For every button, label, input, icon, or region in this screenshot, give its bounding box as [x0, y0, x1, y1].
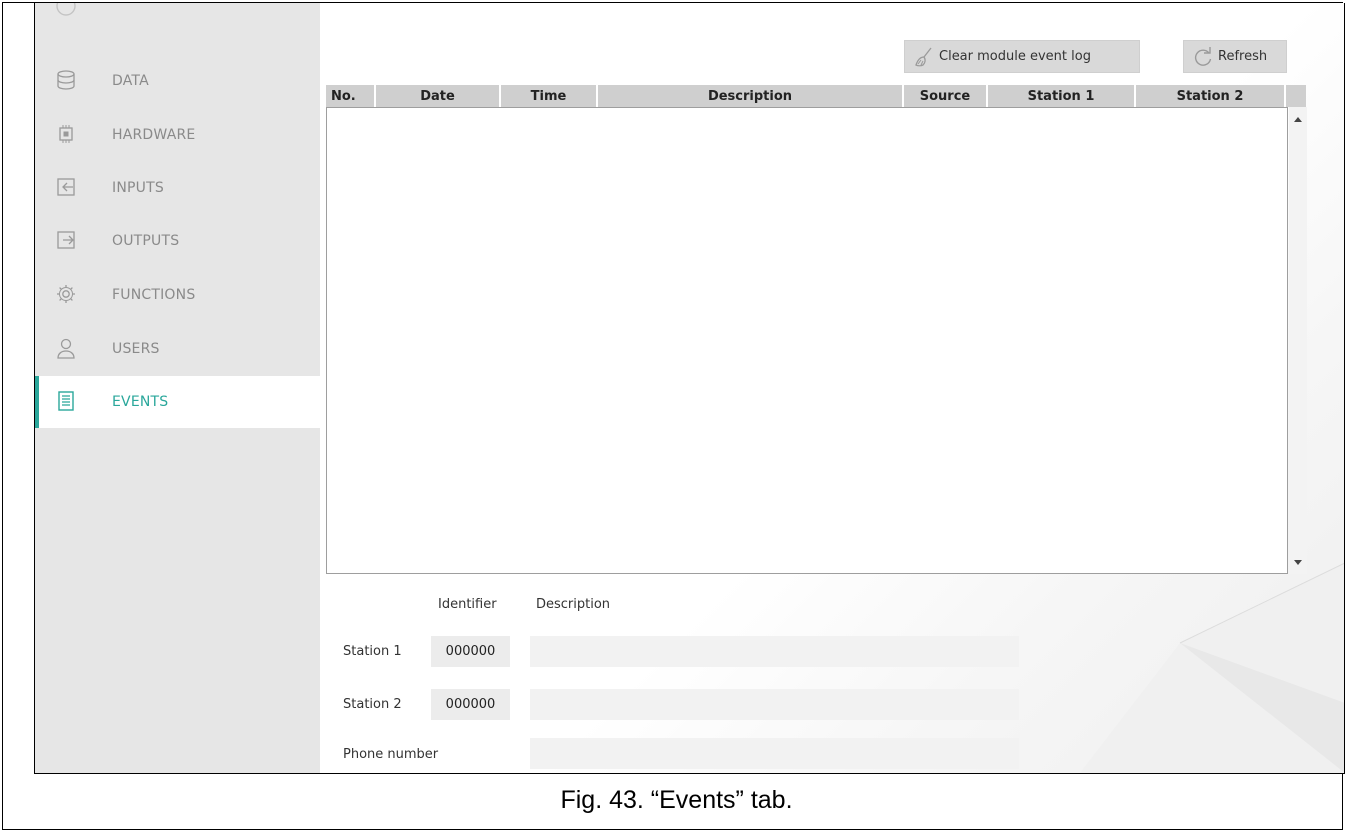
figure-frame: DATA HARDWARE INPUTS OUTPUTS FUNCTIONS U…: [2, 2, 1345, 830]
sidebar-item-label: FUNCTIONS: [112, 287, 196, 303]
refresh-icon: [1194, 46, 1212, 66]
identifier-header: Identifier: [438, 597, 497, 612]
refresh-button-label: Refresh: [1218, 49, 1268, 64]
column-header-no[interactable]: No.: [326, 85, 376, 107]
station-1-identifier-field[interactable]: 000000: [431, 636, 510, 667]
sidebar-item-users[interactable]: USERS: [35, 323, 320, 375]
document-icon: [58, 391, 74, 411]
station-2-description-field[interactable]: [530, 689, 1019, 720]
input-icon: [57, 178, 75, 196]
partial-nav-icon: [56, 3, 76, 16]
column-header-source[interactable]: Source: [904, 85, 988, 107]
events-table-body[interactable]: [326, 107, 1288, 574]
station-2-identifier-field[interactable]: 000000: [431, 689, 510, 720]
sidebar-item-hardware[interactable]: HARDWARE: [35, 109, 320, 161]
active-indicator: [35, 376, 39, 428]
chip-icon: [59, 125, 73, 143]
scroll-down-icon[interactable]: [1294, 560, 1302, 565]
sidebar-item-label: HARDWARE: [112, 127, 196, 143]
station-1-label: Station 1: [343, 644, 402, 659]
vertical-scrollbar[interactable]: [1289, 107, 1307, 574]
sidebar-item-label: EVENTS: [112, 394, 169, 410]
figure-caption: Fig. 43. “Events” tab.: [560, 786, 793, 814]
column-header-station-2[interactable]: Station 2: [1136, 85, 1286, 107]
column-header-station-1[interactable]: Station 1: [988, 85, 1136, 107]
events-panel: Clear module event log Refresh No. Date …: [320, 3, 1344, 773]
refresh-button[interactable]: Refresh: [1183, 40, 1287, 73]
sidebar-item-data[interactable]: DATA: [35, 55, 320, 107]
gear-icon: [57, 285, 75, 303]
description-header: Description: [536, 597, 611, 612]
scroll-up-icon[interactable]: [1294, 117, 1302, 122]
sidebar-item-inputs[interactable]: INPUTS: [35, 162, 320, 214]
station-1-description-field[interactable]: [530, 636, 1019, 667]
sidebar-item-label: DATA: [112, 73, 149, 89]
phone-number-label: Phone number: [343, 747, 439, 762]
app-window: DATA HARDWARE INPUTS OUTPUTS FUNCTIONS U…: [34, 3, 1345, 774]
sidebar: DATA HARDWARE INPUTS OUTPUTS FUNCTIONS U…: [35, 3, 320, 773]
clear-event-log-button[interactable]: Clear module event log: [904, 40, 1140, 73]
broom-icon: [915, 47, 932, 66]
clear-button-label: Clear module event log: [939, 49, 1091, 64]
station-2-label: Station 2: [343, 697, 402, 712]
column-header-spacer: [1286, 85, 1306, 107]
database-icon: [57, 70, 75, 90]
sidebar-item-outputs[interactable]: OUTPUTS: [35, 215, 320, 267]
column-header-date[interactable]: Date: [376, 85, 501, 107]
sidebar-item-label: INPUTS: [112, 180, 164, 196]
sidebar-item-label: USERS: [112, 341, 160, 357]
column-header-time[interactable]: Time: [501, 85, 598, 107]
output-icon: [57, 231, 75, 249]
sidebar-item-events[interactable]: EVENTS: [35, 376, 320, 428]
sidebar-item-functions[interactable]: FUNCTIONS: [35, 269, 320, 321]
column-header-description[interactable]: Description: [598, 85, 904, 107]
phone-number-field[interactable]: [530, 738, 1019, 769]
events-table-header: No. Date Time Description Source Station…: [326, 85, 1316, 107]
sidebar-item-label: OUTPUTS: [112, 233, 180, 249]
user-icon: [57, 338, 75, 359]
